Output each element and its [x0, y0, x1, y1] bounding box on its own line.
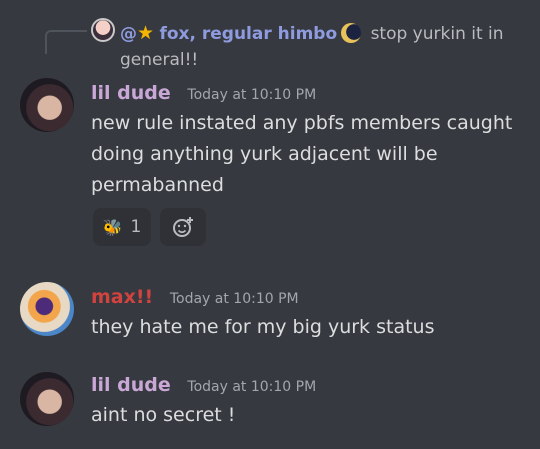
- reaction-count: 1: [130, 217, 142, 237]
- timestamp[interactable]: Today at 10:10 PM: [170, 291, 299, 307]
- message-line: they hate me for my big yurk status: [91, 316, 435, 338]
- message-line: permabanned: [91, 174, 224, 196]
- message: lil dude Today at 10:10 PM aint no secre…: [91, 372, 531, 431]
- message-header: max!! Today at 10:10 PM: [91, 284, 531, 312]
- message-line: new rule instated any pbfs members caugh…: [91, 112, 513, 134]
- reply-spine: [45, 30, 87, 54]
- author-name[interactable]: max!!: [91, 286, 153, 308]
- add-reaction-icon: [173, 217, 193, 237]
- message-content: they hate me for my big yurk status: [91, 312, 531, 343]
- reply-text-line1: stop yurkin it in: [370, 24, 504, 44]
- reply-mention-prefix: @: [120, 24, 137, 44]
- message-content: new rule instated any pbfs members caugh…: [91, 108, 531, 201]
- avatar[interactable]: [20, 282, 74, 336]
- message-line: aint no secret !: [91, 404, 236, 426]
- message: lil dude Today at 10:10 PM new rule inst…: [91, 80, 531, 201]
- avatar[interactable]: [20, 372, 74, 426]
- message-header: lil dude Today at 10:10 PM: [91, 372, 531, 400]
- message-header: lil dude Today at 10:10 PM: [91, 80, 531, 108]
- reply-avatar[interactable]: [91, 18, 115, 42]
- reaction-emoji-icon: 🐝: [102, 217, 123, 237]
- reply-preview[interactable]: @★ fox, regular himbo stop yurkin it in …: [120, 20, 530, 73]
- reaction-button[interactable]: 🐝 1: [93, 208, 151, 246]
- timestamp[interactable]: Today at 10:10 PM: [187, 379, 316, 395]
- message-line: doing anything yurk adjacent will be: [91, 143, 438, 165]
- author-name[interactable]: lil dude: [91, 374, 171, 396]
- message-content: aint no secret !: [91, 400, 531, 431]
- star-icon: ★: [137, 22, 155, 44]
- moon-icon: [341, 23, 362, 43]
- author-name[interactable]: lil dude: [91, 82, 171, 104]
- reply-author[interactable]: fox, regular himbo: [159, 24, 337, 44]
- timestamp[interactable]: Today at 10:10 PM: [187, 87, 316, 103]
- add-reaction-button[interactable]: [160, 208, 206, 246]
- message: max!! Today at 10:10 PM they hate me for…: [91, 284, 531, 343]
- avatar[interactable]: [20, 78, 74, 132]
- reply-text-line2: general!!: [120, 50, 199, 70]
